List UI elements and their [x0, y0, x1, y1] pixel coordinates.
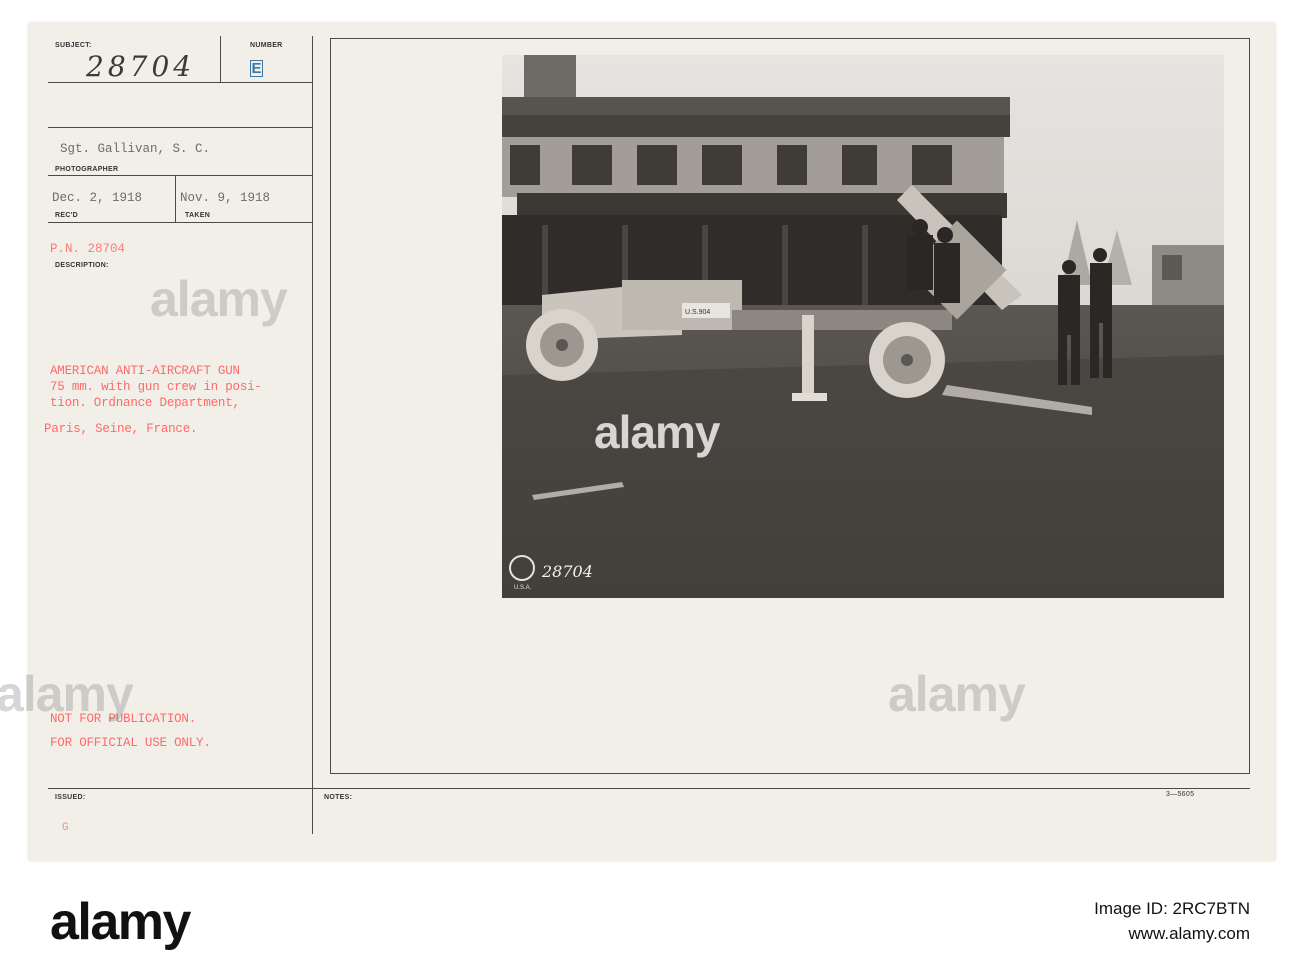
taken-label: TAKEN [185, 212, 211, 219]
stock-footer: alamy Image ID: 2RC7BTN www.alamy.com [0, 862, 1300, 972]
photo-illustration: U.S.904 U.S.A. 28704 [502, 55, 1224, 598]
watermark-left-upper: alamy [150, 271, 288, 327]
footer-logo: alamy [50, 893, 191, 951]
vehicle-plate-text: U.S.904 [685, 309, 710, 316]
description-line-1: AMERICAN ANTI-AIRCRAFT GUN [50, 364, 240, 378]
notes-label: NOTES: [324, 794, 353, 801]
dates-divider [175, 175, 176, 223]
photo-negative-number: 28704 [541, 562, 593, 581]
subject-handwritten-number: 28704 [86, 50, 196, 83]
subject-number-divider [220, 36, 221, 82]
issued-label: ISSUED: [55, 794, 86, 801]
photo-stamp-text: U.S.A. [514, 585, 532, 591]
photographer-label: PHOTOGRAPHER [55, 166, 119, 173]
watermark-photo-center: alamy [594, 406, 720, 458]
description-line-3: tion. Ordnance Department, [50, 396, 240, 410]
taken-date: Nov. 9, 1918 [180, 191, 271, 205]
left-column-divider [312, 36, 313, 834]
footer-site-link[interactable]: www.alamy.com [1128, 924, 1250, 944]
number-stamp: E [250, 60, 263, 77]
footer-image-id: Image ID: 2RC7BTN [1094, 899, 1250, 918]
dates-rule [48, 222, 312, 223]
form-number: 3—5605 [1166, 791, 1195, 798]
restriction-line-2: FOR OFFICIAL USE ONLY. [50, 736, 211, 750]
subject-label: SUBJECT: [55, 42, 92, 49]
photographer-rule [48, 175, 312, 176]
header-rule [48, 127, 312, 128]
anti-aircraft-gun-photo: U.S.904 U.S.A. 28704 [502, 55, 1224, 598]
issued-value: G [62, 822, 69, 834]
photographer-value: Sgt. Gallivan, S. C. [60, 142, 211, 156]
watermark-left-lower: alamy [0, 666, 134, 722]
description-line-4: Paris, Seine, France. [44, 422, 198, 436]
number-label: NUMBER [250, 42, 283, 49]
received-label: REC'D [55, 212, 78, 219]
description-label: DESCRIPTION: [55, 262, 109, 269]
issued-rule [48, 788, 1250, 789]
pn-number: P.N. 28704 [50, 242, 126, 256]
received-date: Dec. 2, 1918 [52, 191, 143, 205]
watermark-right: alamy [888, 666, 1026, 722]
description-line-2: 75 mm. with gun crew in posi- [50, 380, 262, 394]
